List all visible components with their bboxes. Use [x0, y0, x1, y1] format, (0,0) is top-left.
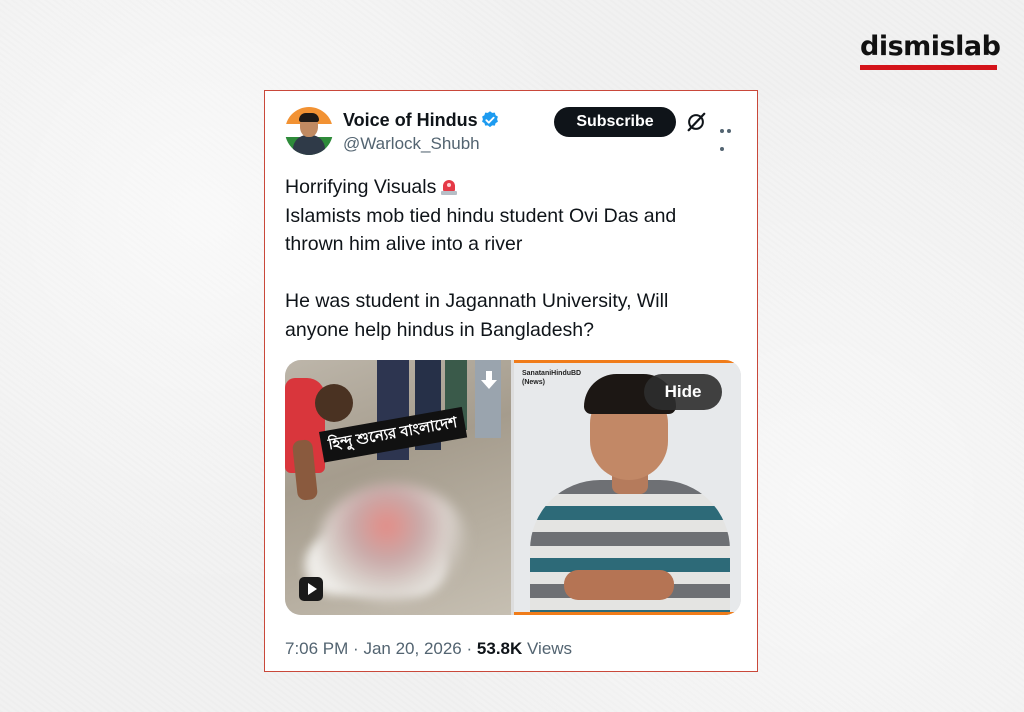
separator: ·	[466, 639, 473, 658]
brand-logo: dismislab	[860, 30, 1001, 70]
tweet-line: Horrifying Visuals	[285, 176, 437, 198]
avatar-body	[293, 135, 325, 155]
photo-source-label: SanataniHinduBD (News)	[522, 370, 582, 386]
avatar[interactable]	[285, 107, 333, 155]
user-handle[interactable]: @Warlock_Shubh	[343, 134, 480, 154]
avatar-hair	[299, 113, 319, 122]
display-name[interactable]: Voice of Hindus	[343, 110, 478, 131]
tweet-time[interactable]: 7:06 PM	[285, 639, 348, 658]
tweet-meta: 7:06 PM · Jan 20, 2026 · 53.8K Views	[285, 639, 572, 659]
more-options-icon[interactable]	[720, 120, 740, 151]
tweet-line: anyone help hindus in Bangladesh?	[285, 318, 595, 341]
views-label: Views	[527, 639, 573, 658]
tweet-line: Islamists mob tied hindu student Ovi Das…	[285, 204, 677, 227]
video-thumbnail[interactable]: হিন্দু শুন্যের বাংলাদেশ	[285, 360, 511, 615]
separator: ·	[353, 639, 359, 658]
views-count: 53.8K	[476, 639, 523, 658]
blurred-region	[319, 484, 469, 604]
tweet-line: He was student in Jagannath University, …	[285, 290, 669, 312]
grok-icon[interactable]	[685, 111, 707, 133]
hide-button[interactable]: Hide	[644, 374, 722, 410]
tweet-card: Voice of Hindus @Warlock_Shubh Subscribe…	[264, 90, 758, 672]
brand-underline	[860, 65, 997, 70]
media-grid: হিন্দু শুন্যের বাংলাদেশ SanataniHinduBD …	[285, 360, 741, 615]
download-arrow-icon	[481, 371, 497, 389]
subscribe-button[interactable]: Subscribe	[554, 107, 676, 137]
tweet-line: thrown him alive into a river	[285, 233, 523, 255]
play-icon[interactable]	[299, 577, 323, 601]
tweet-text: Horrifying Visuals Islamists mob tied hi…	[285, 173, 735, 344]
photo-thumbnail[interactable]: SanataniHinduBD (News) Hide	[514, 360, 741, 615]
siren-icon	[440, 177, 458, 195]
brand-name: dismislab	[860, 31, 1001, 62]
tweet-date[interactable]: Jan 20, 2026	[363, 639, 461, 658]
verified-badge-icon	[482, 111, 498, 128]
